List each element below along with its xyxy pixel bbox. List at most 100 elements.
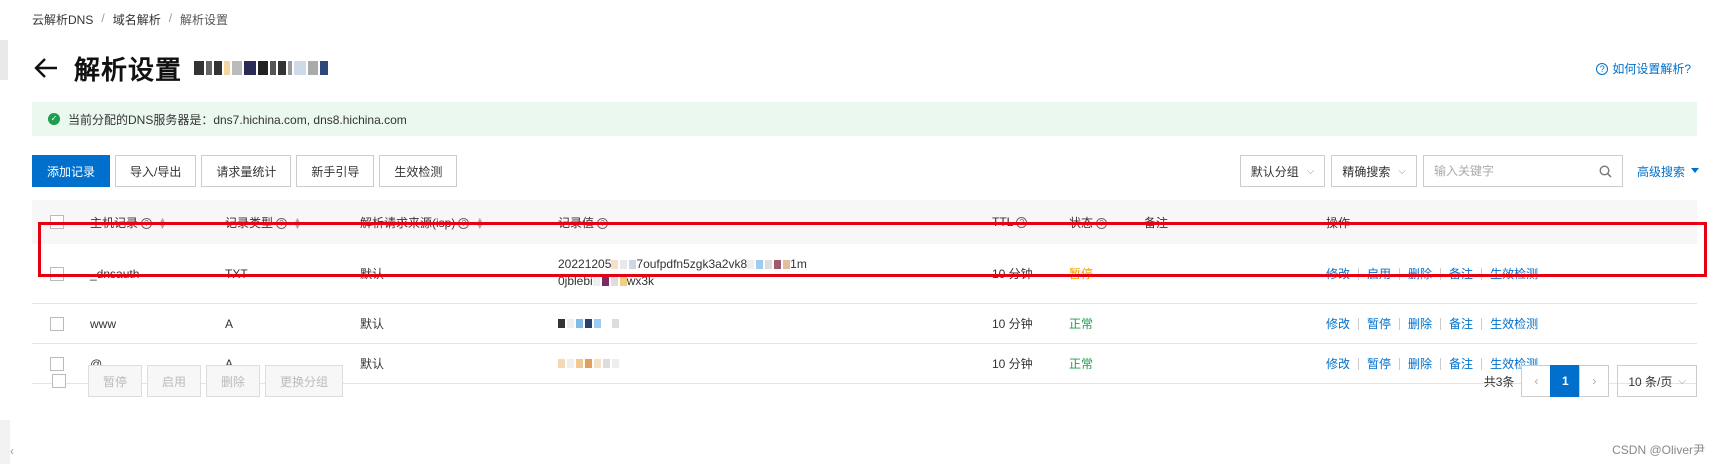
batch-delete-button[interactable]: 删除 <box>206 365 261 397</box>
notice-text: 当前分配的DNS服务器是：dns7.hichina.com, dns8.hich… <box>68 112 407 127</box>
table-row: www A 默认 10 分钟 正常 修改 暂停 删除 备注 生效检测 <box>32 304 1697 344</box>
search-box <box>1422 155 1623 187</box>
sort-icon[interactable]: ▲ ▼ <box>475 216 484 231</box>
sort-icon[interactable]: ▲ ▼ <box>158 216 167 231</box>
header-isp[interactable]: 解析请求来源(isp)? ▲ ▼ <box>360 214 484 231</box>
row-actions: 修改 暂停 删除 备注 生效检测 <box>1326 315 1538 332</box>
header-host[interactable]: 主机记录? ▲ ▼ <box>90 214 167 231</box>
header-host-label: 主机记录 <box>90 215 139 230</box>
back-arrow-icon[interactable] <box>32 54 60 82</box>
header-type-label: 记录类型 <box>225 215 274 230</box>
sort-icon[interactable]: ▲ ▼ <box>293 216 302 231</box>
divider <box>1440 317 1442 330</box>
effect-check-button[interactable]: 生效检测 <box>379 155 458 187</box>
next-page-icon[interactable]: › <box>1579 365 1610 397</box>
prev-page-icon[interactable]: ‹ <box>1521 365 1552 397</box>
batch-change-group-button[interactable]: 更换分组 <box>265 365 344 397</box>
cell-type: TXT <box>225 266 248 281</box>
cell-host: www <box>90 316 116 331</box>
footer-select-all-checkbox[interactable] <box>52 374 66 388</box>
page-title: 解析设置 <box>74 54 183 85</box>
request-stats-button[interactable]: 请求量统计 <box>201 155 292 187</box>
divider <box>1481 317 1483 330</box>
table-footer: 暂停 启用 删除 更换分组 共3条 ‹ 1 › 10 条/页 ⌵ <box>32 365 1697 397</box>
redacted-text <box>611 260 637 270</box>
page-size-select[interactable]: 10 条/页 ⌵ <box>1617 365 1697 397</box>
header-status: 状态? <box>1069 214 1108 231</box>
search-icon[interactable] <box>1599 164 1612 178</box>
advanced-search-link[interactable]: 高级搜索 <box>1637 163 1699 180</box>
cell-type: A <box>225 316 234 331</box>
search-input[interactable] <box>1433 164 1584 178</box>
help-link[interactable]: ? 如何设置解析? <box>1596 60 1691 77</box>
status-badge: 暂停 <box>1069 267 1094 281</box>
question-icon: ? <box>276 217 288 229</box>
header-ttl-label: TTL <box>992 215 1014 229</box>
filter-tools: 默认分组 ⌵ 精确搜索 ⌵ 高级搜索 <box>1239 155 1699 187</box>
value-text: 20221205 <box>558 257 612 271</box>
cell-ttl: 10 分钟 <box>992 317 1033 331</box>
row-actions: 修改 启用 删除 备注 生效检测 <box>1326 265 1538 282</box>
delete-link[interactable]: 删除 <box>1408 315 1432 332</box>
cell-ttl: 10 分钟 <box>992 267 1033 281</box>
page-size-value: 10 条/页 <box>1628 374 1673 389</box>
remark-link[interactable]: 备注 <box>1449 315 1473 332</box>
status-badge: 正常 <box>1069 317 1094 331</box>
row-checkbox[interactable] <box>50 316 64 331</box>
select-all-checkbox[interactable] <box>50 215 64 229</box>
search-type-select[interactable]: 精确搜索 ⌵ <box>1331 155 1417 187</box>
batch-enable-button[interactable]: 启用 <box>147 365 202 397</box>
edit-link[interactable]: 修改 <box>1326 265 1350 282</box>
header-ttl: TTL? <box>992 215 1028 229</box>
divider <box>1358 267 1360 280</box>
sidebar-collapse-tab[interactable] <box>0 420 10 464</box>
left-edge-bar <box>0 40 8 80</box>
row-checkbox[interactable] <box>50 266 64 281</box>
page-number[interactable]: 1 <box>1550 365 1581 397</box>
cell-value: 20221205 7oufpdfn5zgk3a2vk8 1m 0jblebi wx3k <box>558 256 807 290</box>
divider <box>1399 267 1401 280</box>
redacted-text <box>747 260 791 270</box>
redacted-domain-name <box>194 57 329 79</box>
remark-link[interactable]: 备注 <box>1449 265 1473 282</box>
batch-actions: 暂停 启用 删除 更换分组 <box>88 365 344 397</box>
pagination: 共3条 ‹ 1 › 10 条/页 ⌵ <box>1484 365 1697 397</box>
breadcrumb-item-domains[interactable]: 域名解析 <box>113 11 161 28</box>
import-export-button[interactable]: 导入/导出 <box>115 155 197 187</box>
cell-isp: 默认 <box>360 267 385 281</box>
toolbar: 添加记录 导入/导出 请求量统计 新手引导 生效检测 <box>32 155 458 187</box>
add-record-button[interactable]: 添加记录 <box>32 155 111 187</box>
chevron-left-icon[interactable]: ‹ <box>10 444 14 458</box>
value-text: 0jblebi <box>558 274 593 288</box>
table-header: 主机记录? ▲ ▼ 记录类型? ▲ ▼ 解析请求来源(isp)? ▲ ▼ 记录值? TTL?… <box>32 200 1697 244</box>
watermark: CSDN @Oliver尹 <box>1612 443 1705 457</box>
edit-link[interactable]: 修改 <box>1326 315 1350 332</box>
divider <box>1440 267 1442 280</box>
total-count: 共3条 <box>1483 374 1515 389</box>
header-type[interactable]: 记录类型? ▲ ▼ <box>225 214 302 231</box>
effect-check-link[interactable]: 生效检测 <box>1490 315 1538 332</box>
pause-link[interactable]: 暂停 <box>1367 315 1391 332</box>
batch-pause-button[interactable]: 暂停 <box>88 365 143 397</box>
value-text: 7oufpdfn5zgk3a2vk8 <box>636 257 748 271</box>
breadcrumb-separator: / <box>168 11 173 25</box>
breadcrumb-item-dns[interactable]: 云解析DNS <box>32 11 93 28</box>
question-icon: ? <box>1096 217 1108 229</box>
cell-host: _dnsauth <box>90 266 140 281</box>
effect-check-link[interactable]: 生效检测 <box>1490 265 1538 282</box>
delete-link[interactable]: 删除 <box>1408 265 1432 282</box>
dns-server-notice: ✓ 当前分配的DNS服务器是：dns7.hichina.com, dns8.hi… <box>32 102 1697 136</box>
question-icon: ? <box>141 217 153 229</box>
check-circle-icon: ✓ <box>48 113 60 125</box>
value-text: wx3k <box>626 274 655 288</box>
beginner-guide-button[interactable]: 新手引导 <box>296 155 375 187</box>
chevron-down-icon: ⌵ <box>1306 165 1315 177</box>
divider <box>1358 317 1360 330</box>
breadcrumb-item-current: 解析设置 <box>180 13 229 27</box>
question-icon: ? <box>597 217 609 229</box>
group-select[interactable]: 默认分组 ⌵ <box>1239 155 1326 187</box>
redacted-record-value <box>558 319 619 328</box>
enable-link[interactable]: 启用 <box>1367 265 1391 282</box>
help-link-label: 如何设置解析? <box>1612 62 1691 76</box>
header-remark: 备注 <box>1144 215 1169 230</box>
